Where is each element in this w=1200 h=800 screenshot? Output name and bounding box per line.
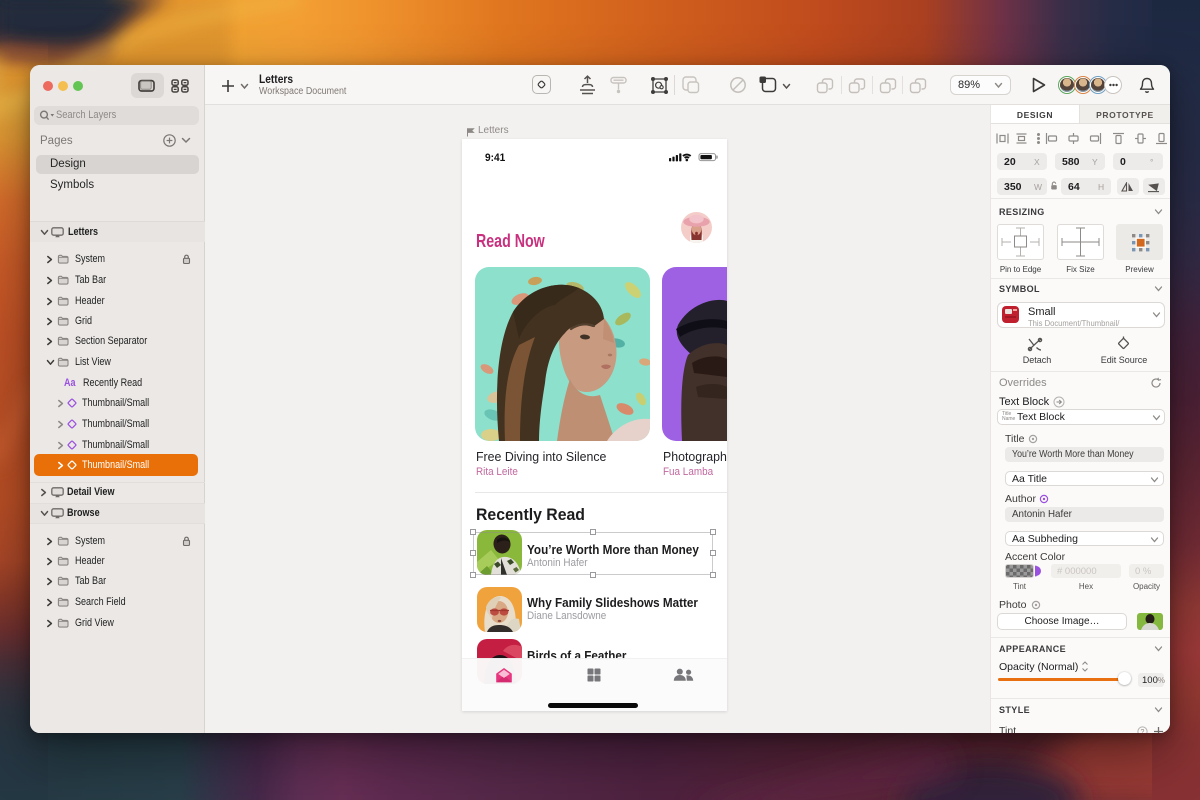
svg-text:?: ? (1141, 729, 1145, 733)
